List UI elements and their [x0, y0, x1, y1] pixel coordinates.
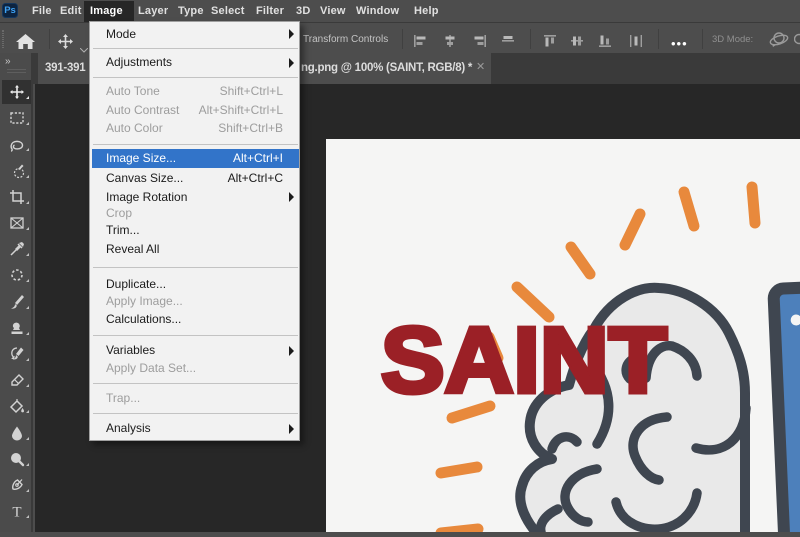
svg-text:SAINT: SAINT — [381, 308, 667, 412]
svg-text:T: T — [12, 505, 21, 520]
